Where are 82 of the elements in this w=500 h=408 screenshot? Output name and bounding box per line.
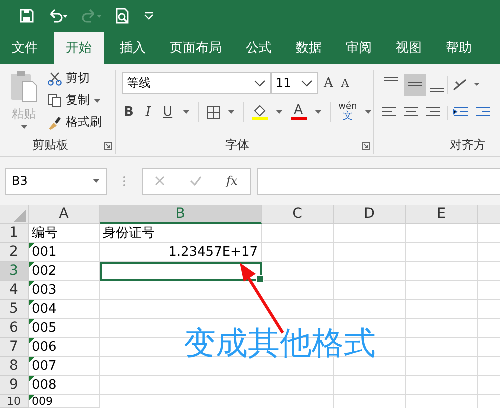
- ribbon-tab[interactable]: 开始: [54, 32, 104, 64]
- ribbon-tab[interactable]: 公式: [234, 32, 284, 64]
- row-header[interactable]: 5: [0, 300, 29, 319]
- fill-handle[interactable]: [256, 275, 264, 283]
- annotation-text: 变成其他格式: [184, 326, 376, 362]
- ribbon-tab[interactable]: 插入: [108, 32, 158, 64]
- borders-icon[interactable]: [206, 106, 220, 118]
- row-header[interactable]: 9: [0, 376, 29, 395]
- font-color-button[interactable]: A: [290, 104, 307, 120]
- table-cell[interactable]: [100, 262, 262, 281]
- underline-button[interactable]: U: [161, 104, 175, 120]
- table-cell[interactable]: 001: [29, 243, 100, 262]
- dialog-launcher-icon[interactable]: [362, 142, 370, 150]
- clipboard-command[interactable]: 格式刷: [48, 114, 102, 131]
- ribbon-tab[interactable]: 视图: [384, 32, 434, 64]
- italic-button[interactable]: I: [144, 104, 154, 120]
- phonetic-guide-button[interactable]: wén 文: [338, 102, 358, 122]
- fill-bucket-icon[interactable]: [252, 104, 268, 120]
- row-header[interactable]: 2: [0, 243, 29, 262]
- insert-function-button[interactable]: fx: [226, 174, 238, 188]
- dropdown-icon[interactable]: [276, 110, 283, 114]
- save-icon[interactable]: [20, 9, 34, 23]
- row-header[interactable]: 8: [0, 357, 29, 376]
- clipboard-command[interactable]: 剪切: [48, 70, 102, 87]
- brush-icon: [48, 116, 62, 130]
- print-preview-icon[interactable]: [116, 8, 130, 24]
- column-header[interactable]: E: [406, 205, 478, 224]
- dropdown-icon[interactable]: [365, 110, 372, 114]
- dropdown-icon[interactable]: [20, 125, 28, 129]
- table-cell[interactable]: 编号: [29, 224, 100, 243]
- table-cell[interactable]: 006: [29, 338, 100, 357]
- font-name-field[interactable]: 等线: [122, 72, 271, 94]
- group-label: 字体: [224, 137, 250, 154]
- group-label: 剪贴板: [32, 137, 70, 154]
- table-cell[interactable]: 身份证号: [100, 224, 262, 243]
- grow-font-button[interactable]: A: [322, 76, 336, 90]
- chevron-down-icon[interactable]: [254, 80, 266, 86]
- check-icon[interactable]: [190, 176, 202, 186]
- row-header[interactable]: 3: [0, 262, 29, 281]
- ribbon-tab[interactable]: 页面布局: [158, 32, 234, 64]
- dropdown-icon[interactable]: [314, 110, 322, 114]
- row-header[interactable]: 6: [0, 319, 29, 338]
- shrink-font-button[interactable]: A: [339, 76, 352, 90]
- chevron-down-icon[interactable]: [301, 80, 313, 86]
- ribbon-tab[interactable]: 审阅: [334, 32, 384, 64]
- font-size-field[interactable]: 11: [271, 72, 318, 94]
- copy-icon: [48, 94, 62, 108]
- dropdown-icon[interactable]: [93, 179, 100, 183]
- table-cell[interactable]: 004: [29, 300, 100, 319]
- dialog-launcher-icon[interactable]: [104, 142, 112, 150]
- clipboard-icon: [9, 70, 39, 104]
- table-cell[interactable]: 003: [29, 281, 100, 300]
- formula-input[interactable]: [257, 168, 500, 194]
- dropdown-icon[interactable]: [182, 110, 190, 114]
- column-header[interactable]: A: [29, 205, 100, 224]
- color-bar-icon: [290, 117, 307, 120]
- row-header[interactable]: 1: [0, 224, 29, 243]
- undo-icon[interactable]: [48, 9, 68, 23]
- clipboard-command[interactable]: 复制: [48, 92, 102, 109]
- row-header[interactable]: 10: [0, 395, 29, 408]
- grip-icon: [123, 176, 126, 186]
- row-header[interactable]: 4: [0, 281, 29, 300]
- group-label: 对齐方: [449, 137, 486, 154]
- column-header[interactable]: B: [100, 205, 262, 224]
- table-cell[interactable]: 005: [29, 319, 100, 338]
- ribbon-tab[interactable]: 帮助: [434, 32, 484, 64]
- table-cell[interactable]: 008: [29, 376, 100, 395]
- row-header[interactable]: 7: [0, 338, 29, 357]
- column-header[interactable]: D: [334, 205, 406, 224]
- dropdown-icon[interactable]: [228, 110, 235, 114]
- dropdown-icon[interactable]: [94, 98, 101, 102]
- name-box[interactable]: B3: [5, 168, 107, 194]
- scissors-icon: [48, 72, 62, 86]
- column-header[interactable]: C: [262, 205, 334, 224]
- table-cell[interactable]: 1.23457E+17: [100, 243, 262, 262]
- customize-icon[interactable]: [144, 12, 154, 20]
- ribbon-tab[interactable]: 文件: [0, 32, 50, 64]
- table-cell[interactable]: 009: [29, 395, 100, 408]
- table-cell[interactable]: 007: [29, 357, 100, 376]
- table-cell[interactable]: 002: [29, 262, 100, 281]
- ribbon-tab[interactable]: 数据: [284, 32, 334, 64]
- bold-button[interactable]: B: [122, 104, 136, 120]
